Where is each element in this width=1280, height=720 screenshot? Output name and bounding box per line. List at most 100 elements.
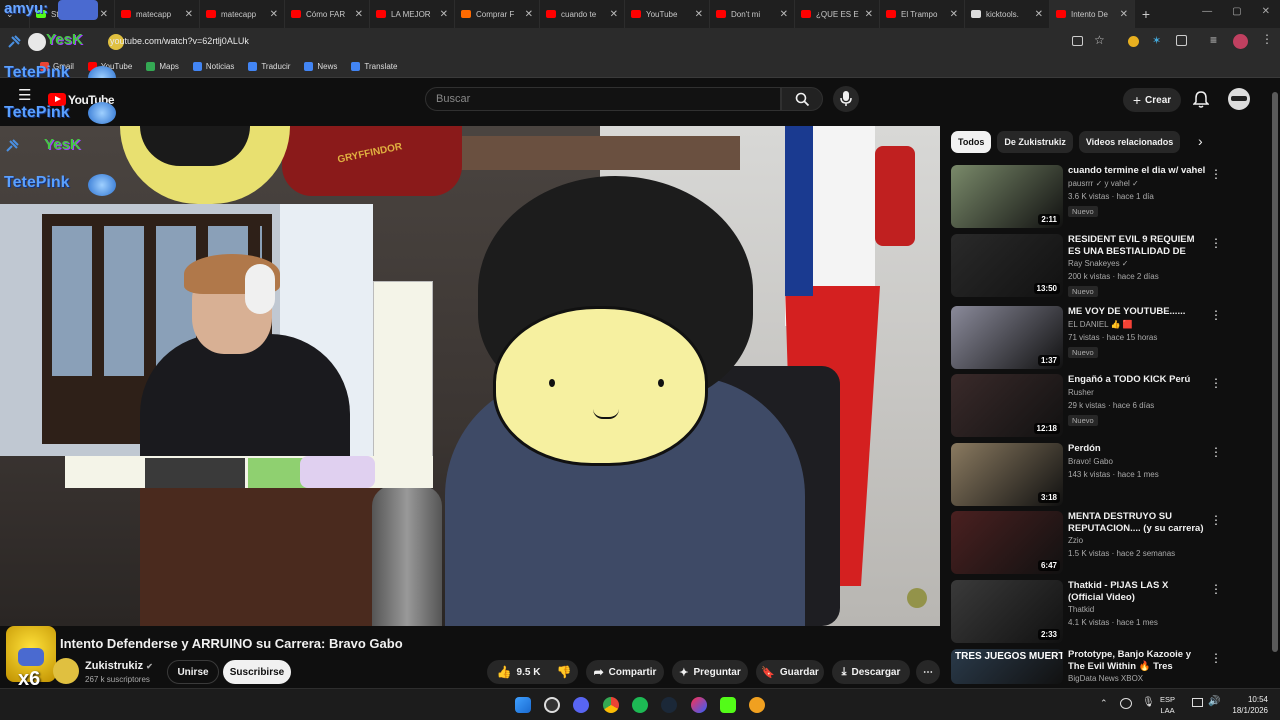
like-button[interactable]: 👍 9.5 K — [487, 660, 550, 684]
maximize-icon[interactable]: ▢ — [1232, 6, 1241, 17]
close-icon[interactable]: ✕ — [1262, 6, 1270, 17]
browser-tab[interactable]: matecapp ✕ — [115, 0, 200, 28]
chrome-icon[interactable] — [603, 697, 619, 713]
close-tab-icon[interactable]: ✕ — [185, 9, 193, 20]
recommendation-channel[interactable]: Bravo! Gabo — [1068, 457, 1113, 466]
join-button[interactable]: Unirse — [167, 660, 219, 684]
recommendation-title[interactable]: RESIDENT EVIL 9 REQUIEM ES UNA BESTIALID… — [1068, 234, 1206, 258]
recommendation-item[interactable]: 6:47 MENTA DESTRUYO SU REPUTACION.... (y … — [951, 511, 1226, 575]
search-input[interactable]: Buscar — [425, 87, 781, 111]
install-app-icon[interactable] — [1072, 36, 1083, 46]
filter-chip[interactable]: Todos — [951, 131, 992, 153]
bookmark-item[interactable]: Traducir — [248, 62, 290, 71]
recommendation-title[interactable]: Engañó a TODO KICK Perú — [1068, 374, 1206, 386]
save-button[interactable]: 🔖 Guardar — [756, 660, 824, 684]
menu-hamburger-icon[interactable]: ☰ — [18, 88, 31, 103]
scrollbar-thumb[interactable] — [1272, 92, 1278, 652]
close-tab-icon[interactable]: ✕ — [950, 9, 958, 20]
close-tab-icon[interactable]: ✕ — [865, 9, 873, 20]
share-button[interactable]: ➦ Compartir — [586, 660, 664, 684]
browser-tab[interactable]: LA MEJOR ✕ — [370, 0, 455, 28]
bookmark-star-icon[interactable]: ☆ — [1094, 33, 1105, 47]
bookmark-item[interactable]: Maps — [146, 62, 179, 71]
dislike-button[interactable]: 👎 — [550, 660, 578, 684]
discord-icon[interactable] — [573, 697, 589, 713]
close-tab-icon[interactable]: ✕ — [525, 9, 533, 20]
extensions-puzzle-icon[interactable] — [1176, 35, 1187, 46]
recommendation-channel[interactable]: Ray Snakeyes ✓ — [1068, 259, 1129, 268]
bookmark-item[interactable]: Noticias — [192, 62, 234, 71]
more-options-icon[interactable]: ⋮ — [1210, 236, 1222, 250]
video-thumbnail[interactable]: 2:11 — [951, 165, 1063, 228]
more-actions-button[interactable]: ⋯ — [916, 660, 940, 684]
video-thumbnail[interactable]: 1:37 — [951, 306, 1063, 369]
bookmark-item[interactable]: Translate — [351, 62, 397, 71]
subscribe-button[interactable]: Suscribirse — [223, 660, 291, 684]
tray-sync-icon[interactable] — [1120, 698, 1132, 709]
browser-tab[interactable]: El Trampo ✕ — [880, 0, 965, 28]
close-tab-icon[interactable]: ✕ — [355, 9, 363, 20]
more-options-icon[interactable]: ⋮ — [1210, 308, 1222, 322]
profile-avatar[interactable] — [1233, 34, 1248, 49]
channel-name[interactable]: Zukistrukiz ✔ — [85, 660, 153, 672]
steam-icon[interactable] — [661, 697, 677, 713]
video-thumbnail[interactable]: TRES JUEGOS MUERTOS — [951, 649, 1063, 684]
video-thumbnail[interactable]: 2:33 — [951, 580, 1063, 643]
more-options-icon[interactable]: ⋮ — [1210, 651, 1222, 665]
tray-mic-icon[interactable]: 🎙 — [1142, 697, 1155, 708]
browser-tab[interactable]: matecapp ✕ — [200, 0, 285, 28]
language-indicator[interactable]: ESP LAA — [1160, 694, 1175, 716]
close-tab-icon[interactable]: ✕ — [1035, 9, 1043, 20]
clock-app-icon[interactable] — [544, 697, 560, 713]
close-tab-icon[interactable]: ✕ — [780, 9, 788, 20]
browser-tab[interactable]: ¿QUE ES E ✕ — [795, 0, 880, 28]
more-options-icon[interactable]: ⋮ — [1210, 445, 1222, 459]
filter-chip[interactable]: Videos relacionados — [1078, 131, 1181, 153]
search-button[interactable] — [781, 87, 823, 111]
recommendation-item[interactable]: 2:33 Thatkid - PIJAS LAS X (Official Vide… — [951, 580, 1226, 644]
recommendation-title[interactable]: cuando termine el dia w/ vahel — [1068, 165, 1206, 177]
tray-chevron-icon[interactable]: ⌃ — [1100, 698, 1108, 709]
clock[interactable]: 10:54 18/1/2026 — [1232, 694, 1268, 716]
bookmark-item[interactable]: News — [304, 62, 337, 71]
extension-icon[interactable] — [1128, 36, 1139, 47]
kick-icon[interactable] — [720, 697, 736, 713]
voice-search-button[interactable] — [833, 86, 859, 112]
ask-button[interactable]: ✦ Preguntar — [672, 660, 748, 684]
recommendation-channel[interactable]: BigData News XBOX — [1068, 674, 1143, 683]
recommendation-item[interactable]: TRES JUEGOS MUERTOS Prototype, Banjo Kazo… — [951, 649, 1226, 684]
more-options-icon[interactable]: ⋮ — [1210, 167, 1222, 181]
recommendation-title[interactable]: MENTA DESTRUYO SU REPUTACION.... (y su c… — [1068, 511, 1206, 535]
recommendation-title[interactable]: Perdón — [1068, 443, 1206, 455]
close-tab-icon[interactable]: ✕ — [100, 9, 108, 20]
recommendation-channel[interactable]: Thatkid — [1068, 605, 1094, 614]
minimize-icon[interactable]: — — [1202, 6, 1212, 17]
browser-menu-icon[interactable]: ⋮ — [1261, 32, 1273, 46]
new-tab-button[interactable]: + — [1135, 6, 1157, 22]
video-thumbnail[interactable]: 12:18 — [951, 374, 1063, 437]
url-field[interactable]: youtube.com/watch?v=62rtlj0ALUk — [110, 36, 249, 46]
video-thumbnail[interactable]: 6:47 — [951, 511, 1063, 574]
recommendation-channel[interactable]: EL DANIEL 👍 🟥 — [1068, 320, 1133, 329]
app-icon[interactable] — [749, 697, 765, 713]
close-tab-icon[interactable]: ✕ — [1120, 9, 1128, 20]
browser-tab[interactable]: Don't mi ✕ — [710, 0, 795, 28]
filter-chip[interactable]: De Zukistrukiz — [997, 131, 1073, 153]
browser-tab[interactable]: Intento De ✕ — [1050, 0, 1135, 28]
notifications-bell-icon[interactable] — [1193, 91, 1209, 109]
more-options-icon[interactable]: ⋮ — [1210, 582, 1222, 596]
reading-list-icon[interactable]: ≡ — [1210, 33, 1217, 47]
close-tab-icon[interactable]: ✕ — [270, 9, 278, 20]
recommendation-item[interactable]: 2:11 cuando termine el dia w/ vahel pausrr… — [951, 165, 1226, 229]
chevron-right-icon[interactable]: › — [1198, 133, 1203, 149]
network-icon[interactable] — [1192, 698, 1203, 707]
recommendation-title[interactable]: Thatkid - PIJAS LAS X (Official Video) — [1068, 580, 1206, 604]
scrollbar[interactable] — [1270, 78, 1280, 688]
translate-extension-icon[interactable]: ✶ — [1152, 34, 1161, 47]
video-player[interactable]: GRYFFINDOR YesK TetePink — [0, 126, 940, 626]
recommendation-item[interactable]: 1:37 ME VOY DE YOUTUBE...... EL DANIEL 👍 🟥… — [951, 306, 1226, 370]
more-options-icon[interactable]: ⋮ — [1210, 376, 1222, 390]
more-options-icon[interactable]: ⋮ — [1210, 513, 1222, 527]
recommendation-title[interactable]: ME VOY DE YOUTUBE...... — [1068, 306, 1206, 318]
create-button[interactable]: + Crear — [1123, 88, 1181, 112]
